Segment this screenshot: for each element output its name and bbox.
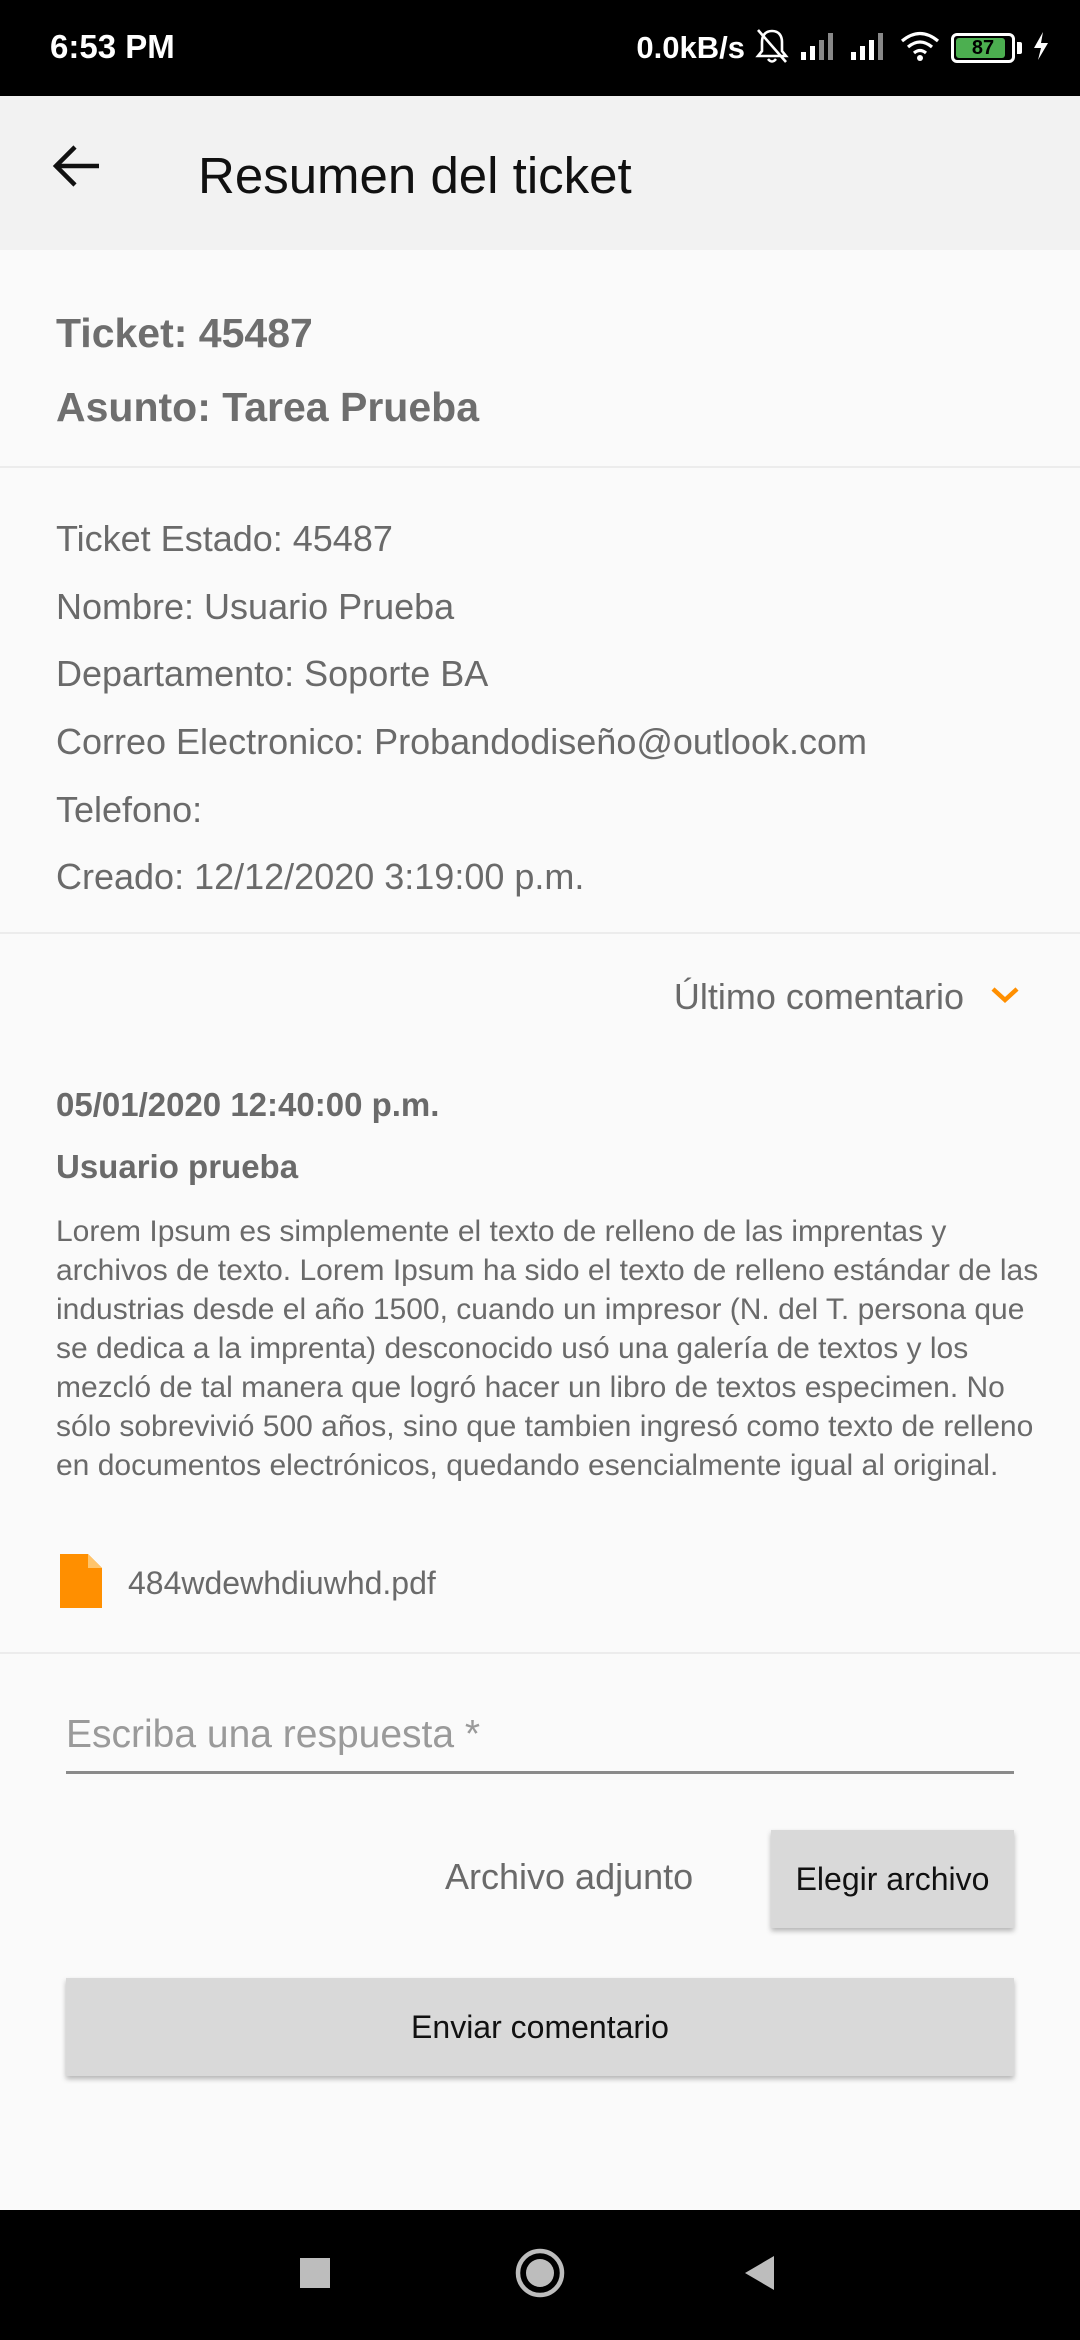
detail-created: Creado: 12/12/2020 3:19:00 p.m. bbox=[56, 856, 585, 897]
status-time: 6:53 PM bbox=[50, 28, 175, 65]
home-button[interactable] bbox=[510, 2245, 570, 2305]
app-bar: Resumen del ticket bbox=[0, 96, 1080, 250]
mute-notifications-icon bbox=[755, 27, 789, 70]
status-icons: 0.0kB/s 87 bbox=[636, 26, 1050, 70]
last-comment-toggle[interactable]: Último comentario bbox=[674, 976, 1020, 1018]
last-comment-label: Último comentario bbox=[673, 976, 964, 1017]
ticket-number: Ticket: 45487 bbox=[56, 310, 313, 356]
recent-apps-button[interactable] bbox=[285, 2245, 345, 2305]
send-comment-button[interactable]: Enviar comentario bbox=[66, 1978, 1014, 2076]
navigation-bar bbox=[0, 2210, 1080, 2340]
battery-level: 87 bbox=[971, 36, 995, 59]
file-icon bbox=[58, 1554, 104, 1613]
detail-phone: Telefono: bbox=[56, 789, 203, 830]
ticket-subject: Asunto: Tarea Prueba bbox=[56, 384, 479, 430]
page-title: Resumen del ticket bbox=[198, 147, 632, 204]
chevron-down-icon bbox=[990, 985, 1020, 1010]
comment-date: 05/01/2020 12:40:00 p.m. bbox=[56, 1086, 440, 1123]
reply-input[interactable] bbox=[66, 1700, 1014, 1770]
arrow-back-icon bbox=[51, 144, 101, 193]
status-bar: 6:53 PM 0.0kB/s 87 bbox=[0, 0, 1080, 96]
detail-department: Departamento: Soporte BA bbox=[56, 653, 489, 694]
back-button[interactable] bbox=[44, 136, 108, 200]
reply-field bbox=[66, 1700, 1014, 1774]
last-comment-section: Último comentario 05/01/2020 12:40:00 p.… bbox=[0, 936, 1080, 1654]
detail-status: Ticket Estado: 45487 bbox=[56, 518, 393, 559]
battery-tip bbox=[1017, 42, 1022, 54]
charging-icon bbox=[1032, 31, 1050, 66]
comment-body: Lorem Ipsum es simplemente el texto de r… bbox=[56, 1215, 1039, 1482]
battery-icon: 87 bbox=[951, 33, 1015, 63]
comment-author: Usuario prueba bbox=[56, 1148, 299, 1185]
detail-email: Correo Electronico: Probandodiseño@outlo… bbox=[56, 721, 867, 762]
attachment-filename: 484wdewhdiuwhd.pdf bbox=[128, 1565, 436, 1601]
back-nav-button[interactable] bbox=[730, 2245, 790, 2305]
square-icon bbox=[298, 2256, 332, 2295]
comment-attachment[interactable]: 484wdewhdiuwhd.pdf bbox=[58, 1554, 436, 1613]
detail-name: Nombre: Usuario Prueba bbox=[56, 586, 455, 627]
choose-file-button[interactable]: Elegir archivo bbox=[771, 1830, 1014, 1928]
signal-icon bbox=[799, 30, 839, 67]
attachment-label: Archivo adjunto bbox=[445, 1856, 694, 1897]
triangle-back-icon bbox=[742, 2254, 778, 2297]
circle-icon bbox=[514, 2247, 566, 2304]
wifi-icon bbox=[899, 30, 941, 67]
ticket-header: Ticket: 45487 Asunto: Tarea Prueba bbox=[0, 250, 1080, 468]
ticket-details: Ticket Estado: 45487 Nombre: Usuario Pru… bbox=[0, 470, 1080, 934]
signal-icon bbox=[849, 30, 889, 67]
network-speed: 0.0kB/s bbox=[636, 30, 745, 65]
